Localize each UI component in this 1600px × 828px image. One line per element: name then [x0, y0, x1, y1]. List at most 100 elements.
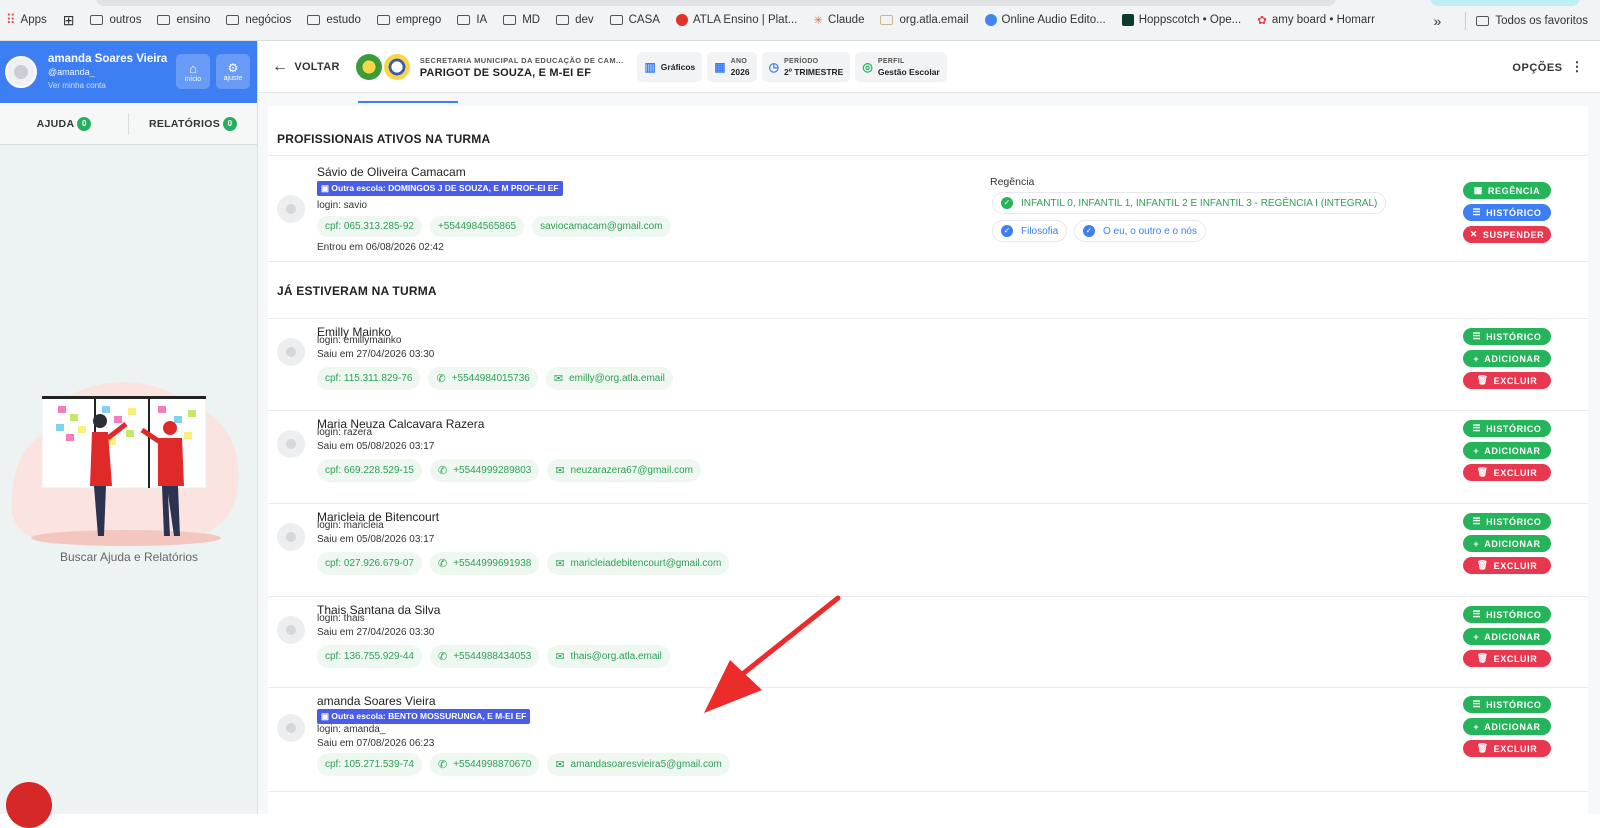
excluir-button[interactable]: 🗑 EXCLUIR: [1463, 740, 1551, 757]
top-bar: ← VOLTAR SECRETARIA MUNICIPAL DA EDUCAÇÃO…: [258, 41, 1600, 93]
adicionar-button[interactable]: + ADICIONAR: [1463, 350, 1551, 367]
adicionar-button[interactable]: + ADICIONAR: [1463, 442, 1551, 459]
building-icon: ▣: [321, 183, 332, 193]
contact-tags: cpf: 669.228.529-15 ✆ +5544999289803 ✉ neu…: [317, 459, 709, 482]
historico-button[interactable]: ☰ HISTÓRICO: [1463, 606, 1551, 623]
historico-button[interactable]: ☰ HISTÓRICO: [1463, 696, 1551, 713]
adicionar-button[interactable]: + ADICIONAR: [1463, 535, 1551, 552]
phone-tag[interactable]: ✆ +5544998870670: [429, 753, 540, 776]
adicionar-button[interactable]: + ADICIONAR: [1463, 628, 1551, 645]
person-placeholder-icon: [286, 204, 296, 214]
bookmark-folder[interactable]: CASA: [609, 14, 660, 26]
avatar: [277, 523, 305, 551]
regencia-button[interactable]: ▦ REGÊNCIA: [1463, 182, 1551, 199]
bookmark-folder[interactable]: MD: [503, 14, 540, 26]
bookmark-claude[interactable]: ✳ Claude: [813, 13, 864, 27]
cpf-tag: cpf: 065.313.285-92: [317, 216, 422, 237]
email-tag[interactable]: ✉ amandasoaresvieira5@gmail.com: [547, 753, 730, 776]
phone-tag[interactable]: ✆ +5544999289803: [429, 459, 540, 482]
folder-icon: [376, 15, 390, 25]
phone-tag[interactable]: +5544984565865: [429, 216, 525, 237]
bookmark-folder[interactable]: outros: [90, 14, 141, 26]
bookmark-folder[interactable]: emprego: [376, 14, 441, 26]
excluir-button[interactable]: 🗑 EXCLUIR: [1463, 464, 1551, 481]
apps-grid-icon: ⠿: [6, 12, 16, 27]
suspender-button[interactable]: ✕ SUSPENDER: [1463, 226, 1551, 243]
chat-launcher-button[interactable]: [6, 782, 52, 828]
email-tag[interactable]: ✉ neuzarazera67@gmail.com: [547, 459, 701, 482]
user-name: amanda Soares Vieira: [48, 52, 168, 65]
avatar: [277, 616, 305, 644]
tab-relatorios[interactable]: RELATÓRIOS 0: [129, 116, 257, 131]
plus-icon: +: [1473, 445, 1480, 456]
folder-icon: [307, 15, 321, 25]
email-tag[interactable]: saviocamacam@gmail.com: [532, 216, 671, 237]
excluir-button[interactable]: 🗑 EXCLUIR: [1463, 650, 1551, 667]
adicionar-button[interactable]: + ADICIONAR: [1463, 718, 1551, 735]
list-item: Maria Neuza Calcavara Razera login: raze…: [268, 411, 1588, 504]
trash-icon: 🗑: [1476, 467, 1489, 477]
perfil-selector[interactable]: ◎ PERFIL Gestão Escolar: [855, 51, 947, 82]
bookmark-hoppscotch[interactable]: Hoppscotch • Ope...: [1121, 14, 1241, 26]
excluir-button[interactable]: 🗑 EXCLUIR: [1463, 557, 1551, 574]
sidebar-footer-text: Buscar Ajuda e Relatórios: [59, 550, 199, 564]
email-tag[interactable]: ✉ thais@org.atla.email: [547, 645, 670, 668]
bookmark-homarr[interactable]: ✿ amy board • Homarr: [1257, 13, 1375, 27]
excluir-button[interactable]: 🗑 EXCLUIR: [1463, 372, 1551, 389]
action-buttons: ☰ HISTÓRICO + ADICIONAR 🗑 EXCLUIR: [1463, 696, 1551, 762]
view-account-link[interactable]: Ver minha conta: [48, 79, 167, 92]
bookmark-apps[interactable]: ⠿ Apps: [6, 12, 47, 28]
bookmark-folder[interactable]: IA: [457, 14, 487, 26]
divider: [1465, 11, 1467, 30]
entered-text: Entrou em 06/08/2026 02:42: [317, 242, 444, 253]
phone-tag[interactable]: ✆ +5544984015736: [428, 367, 538, 390]
bookmark-folder[interactable]: ensino: [157, 14, 210, 26]
email-tag[interactable]: ✉ maricleiadebitencourt@gmail.com: [547, 552, 730, 575]
atla-favicon: [675, 14, 688, 26]
bookmarks-overflow-icon[interactable]: »: [1434, 13, 1442, 29]
help-illustration: [11, 382, 239, 546]
bookmark-folder[interactable]: estudo: [307, 14, 361, 26]
login-text: login: emillymainko: [317, 335, 402, 346]
all-favorites[interactable]: Todos os favoritos: [1495, 15, 1588, 27]
avatar: [277, 195, 305, 223]
settings-button[interactable]: ⚙ ajuste: [216, 54, 250, 89]
historico-button[interactable]: ☰ HISTÓRICO: [1463, 328, 1551, 345]
mail-favicon: [880, 15, 894, 25]
bookmark-atla[interactable]: ATLA Ensino | Plat...: [675, 14, 797, 26]
bookmark-folder[interactable]: dev: [556, 14, 594, 26]
mail-icon: ✉: [555, 651, 565, 663]
bookmark-mail[interactable]: org.atla.email: [880, 14, 969, 26]
list-item: Emilly Mainko login: emillymainko Saiu e…: [268, 318, 1588, 411]
historico-button[interactable]: ☰ HISTÓRICO: [1463, 420, 1551, 437]
user-info[interactable]: amanda Soares Vieira @amanda_ Ver minha …: [48, 53, 167, 92]
email-tag[interactable]: ✉ emilly@org.atla.email: [545, 367, 673, 390]
count-badge: 0: [77, 116, 92, 131]
phone-icon: ✆: [437, 465, 448, 477]
gear-icon: ⚙: [227, 61, 239, 75]
bookmark-tab-groups[interactable]: ⊞: [63, 12, 75, 29]
graficos-button[interactable]: ▥ Gráficos: [637, 51, 703, 82]
claude-favicon: ✳: [813, 15, 824, 27]
phone-tag[interactable]: ✆ +5544988434053: [429, 645, 540, 668]
phone-tag[interactable]: ✆ +5544999691938: [429, 552, 540, 575]
periodo-selector[interactable]: ◷ PERÍODO 2º TRIMESTRE: [761, 51, 851, 82]
address-bar-edge[interactable]: [96, 0, 1336, 6]
historico-button[interactable]: ☰ HISTÓRICO: [1463, 513, 1551, 530]
avatar: [277, 714, 305, 742]
bookmark-folder[interactable]: negócios: [226, 14, 291, 26]
back-button[interactable]: ← VOLTAR: [272, 58, 340, 76]
trash-icon: 🗑: [1476, 743, 1489, 753]
home-button[interactable]: ⌂ início: [176, 54, 210, 89]
phone-icon: ✆: [436, 373, 446, 385]
login-text: login: amanda_: [317, 724, 386, 735]
options-menu-button[interactable]: OPÇÕES ⋮: [1512, 59, 1584, 75]
tab-ajuda[interactable]: AJUDA 0: [0, 116, 128, 131]
historico-button[interactable]: ☰ HISTÓRICO: [1463, 204, 1551, 221]
ano-selector[interactable]: ▦ ANO 2026: [707, 51, 757, 82]
home-icon: ⌂: [189, 60, 197, 76]
building-icon: ▣: [321, 711, 332, 721]
contact-tags: cpf: 065.313.285-92 +5544984565865 savio…: [317, 216, 679, 237]
bookmark-audio-editor[interactable]: Online Audio Edito...: [984, 14, 1106, 26]
avatar[interactable]: [5, 56, 37, 88]
